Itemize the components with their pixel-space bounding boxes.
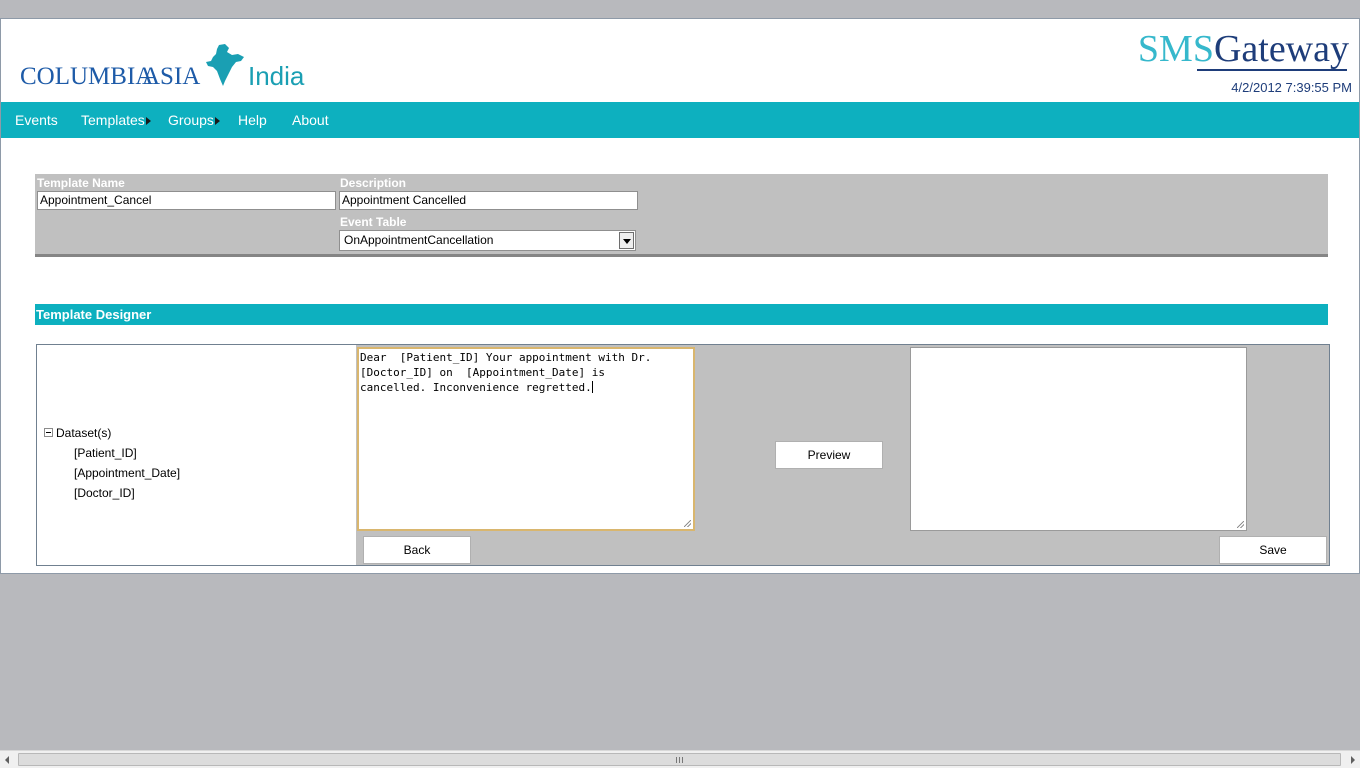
description-input[interactable]: Appointment Cancelled: [339, 191, 638, 210]
nav-item-groups[interactable]: Groups: [168, 102, 220, 138]
back-button[interactable]: Back: [363, 536, 471, 564]
app-page: COLUMBIA ASIA India SMSGateway 4/2/2012 …: [0, 18, 1360, 574]
description-label: Description: [340, 176, 407, 190]
dropdown-arrow-icon[interactable]: [619, 232, 634, 249]
sms-gateway-logo: SMSGateway: [1138, 27, 1349, 71]
nav-item-about[interactable]: About: [292, 102, 329, 138]
template-text-editor[interactable]: Dear [Patient_ID] Your appointment with …: [357, 347, 695, 531]
dataset-tree: Dataset(s) [Patient_ID] [Appointment_Dat…: [37, 345, 356, 565]
nav-item-help[interactable]: Help: [238, 102, 267, 138]
preview-output-box[interactable]: [910, 347, 1247, 531]
event-table-label: Event Table: [340, 215, 407, 229]
nav-label: Groups: [168, 112, 214, 128]
logo-brand-first: COLUMBIA: [20, 63, 154, 90]
logo-underline: [1197, 69, 1347, 71]
nav-item-templates[interactable]: Templates: [81, 102, 151, 138]
template-form: Template Name Appointment_Cancel Descrip…: [35, 174, 1328, 257]
tree-item-appointment-date[interactable]: [Appointment_Date]: [74, 466, 180, 480]
nav-label: Help: [238, 112, 267, 128]
horizontal-scrollbar[interactable]: [0, 750, 1360, 768]
logo-gateway-text: Gateway: [1213, 28, 1349, 70]
scrollbar-grip-icon: [676, 757, 683, 763]
logo-sms-text: SMS: [1137, 28, 1214, 70]
template-name-label: Template Name: [37, 176, 125, 190]
scrollbar-thumb[interactable]: [18, 753, 1341, 766]
nav-label: Events: [15, 112, 58, 128]
tree-item-doctor-id[interactable]: [Doctor_ID]: [74, 486, 135, 500]
tree-item-patient-id[interactable]: [Patient_ID]: [74, 446, 137, 460]
submenu-arrow-icon: [145, 117, 151, 126]
text-cursor: [591, 381, 593, 393]
nav-label: About: [292, 112, 329, 128]
template-text-content: Dear [Patient_ID] Your appointment with …: [360, 351, 652, 394]
submenu-arrow-icon: [214, 117, 220, 126]
template-designer-panel: Dataset(s) [Patient_ID] [Appointment_Dat…: [36, 344, 1330, 566]
tree-root-label: Dataset(s): [56, 426, 112, 440]
main-nav: Events Templates Groups Help About: [1, 102, 1359, 138]
india-map-icon: [206, 44, 244, 86]
tree-root-node[interactable]: Dataset(s): [44, 426, 111, 440]
nav-item-events[interactable]: Events: [15, 102, 58, 138]
scroll-left-arrow-icon[interactable]: [5, 756, 9, 764]
scroll-right-arrow-icon[interactable]: [1351, 756, 1355, 764]
template-name-input[interactable]: Appointment_Cancel: [37, 191, 336, 210]
logo-region: India: [248, 61, 305, 91]
save-button[interactable]: Save: [1219, 536, 1327, 564]
event-table-selected-value: OnAppointmentCancellation: [344, 233, 494, 247]
resize-grip-icon[interactable]: [684, 520, 691, 527]
columbia-asia-logo: COLUMBIA ASIA India: [20, 43, 320, 93]
preview-button[interactable]: Preview: [775, 441, 883, 469]
event-table-select[interactable]: OnAppointmentCancellation: [339, 230, 636, 251]
resize-grip-icon[interactable]: [1237, 521, 1244, 528]
collapse-icon[interactable]: [44, 428, 53, 438]
logo-brand-second: ASIA: [142, 63, 201, 90]
nav-label: Templates: [81, 112, 145, 128]
template-designer-title: Template Designer: [35, 304, 1328, 325]
current-datetime: 4/2/2012 7:39:55 PM: [1231, 80, 1352, 95]
